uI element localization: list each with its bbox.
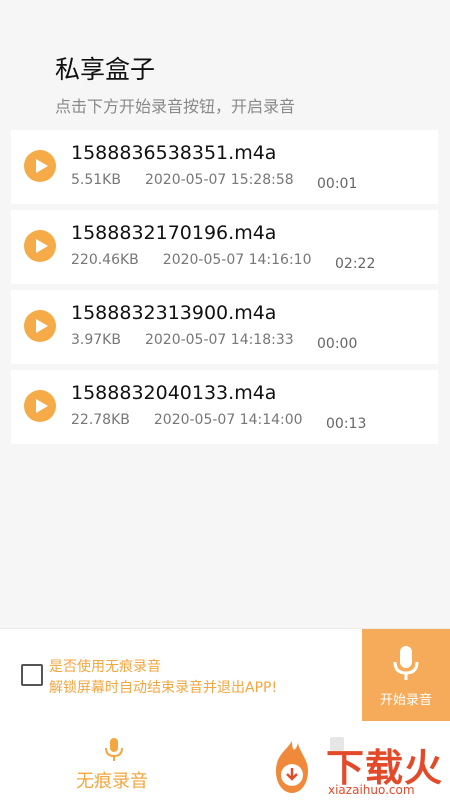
recording-duration: 00:00 xyxy=(317,336,358,352)
watermark-url: xiazaihuo.com xyxy=(328,783,415,797)
recording-filename: 1588836538351.m4a xyxy=(71,142,277,164)
recording-size: 3.97KB xyxy=(71,332,121,348)
recording-meta: 3.97KB 2020-05-07 14:18:33 xyxy=(71,332,294,348)
recording-item[interactable]: 1588832040133.m4a 22.78KB 2020-05-07 14:1… xyxy=(11,370,438,444)
checkbox-icon[interactable] xyxy=(21,664,43,686)
recording-item[interactable]: 1588832170196.m4a 220.46KB 2020-05-07 14:… xyxy=(11,210,438,284)
recording-meta: 220.46KB 2020-05-07 14:16:10 xyxy=(71,252,311,268)
play-icon[interactable] xyxy=(24,150,56,182)
incognito-option-desc: 解锁屏幕时自动结束录音并退出APP! xyxy=(49,680,278,696)
play-icon[interactable] xyxy=(24,230,56,262)
recording-size: 22.78KB xyxy=(71,412,130,428)
recording-item[interactable]: 1588832313900.m4a 3.97KB 2020-05-07 14:18… xyxy=(11,290,438,364)
recording-duration: 00:01 xyxy=(317,176,358,192)
microphone-icon xyxy=(393,646,419,680)
recording-meta: 5.51KB 2020-05-07 15:28:58 xyxy=(71,172,294,188)
nav-incognito-label: 无痕录音 xyxy=(76,771,148,792)
recording-meta: 22.78KB 2020-05-07 14:14:00 xyxy=(71,412,303,428)
page-subtitle: 点击下方开始录音按钮，开启录音 xyxy=(55,97,296,116)
recording-date: 2020-05-07 14:14:00 xyxy=(153,412,303,428)
recording-date: 2020-05-07 15:28:58 xyxy=(144,172,294,188)
start-recording-button[interactable]: 开始录音 xyxy=(362,629,450,721)
recording-filename: 1588832040133.m4a xyxy=(71,382,277,404)
microphone-icon xyxy=(105,738,123,761)
incognito-option-label: 是否使用无痕录音 xyxy=(49,659,161,675)
recording-size: 5.51KB xyxy=(71,172,121,188)
recording-list: 1588836538351.m4a 5.51KB 2020-05-07 15:28… xyxy=(11,130,438,450)
recording-duration: 00:13 xyxy=(326,416,367,432)
recording-size: 220.46KB xyxy=(71,252,139,268)
header: 私享盒子 点击下方开始录音按钮，开启录音 xyxy=(0,0,450,130)
watermark-logo: 下载火 xiazaihuo.com xyxy=(262,737,450,800)
recording-date: 2020-05-07 14:16:10 xyxy=(162,252,312,268)
recording-filename: 1588832170196.m4a xyxy=(71,222,277,244)
start-recording-label: 开始录音 xyxy=(379,693,432,708)
play-icon[interactable] xyxy=(24,390,56,422)
recording-item[interactable]: 1588836538351.m4a 5.51KB 2020-05-07 15:28… xyxy=(11,130,438,204)
recording-date: 2020-05-07 14:18:33 xyxy=(144,332,294,348)
flame-logo-icon xyxy=(276,741,308,793)
play-icon[interactable] xyxy=(24,310,56,342)
recording-duration: 02:22 xyxy=(335,256,376,272)
page-title: 私享盒子 xyxy=(55,55,156,84)
nav-incognito-recording[interactable]: 无痕录音 xyxy=(76,737,156,797)
recording-filename: 1588832313900.m4a xyxy=(71,302,277,324)
